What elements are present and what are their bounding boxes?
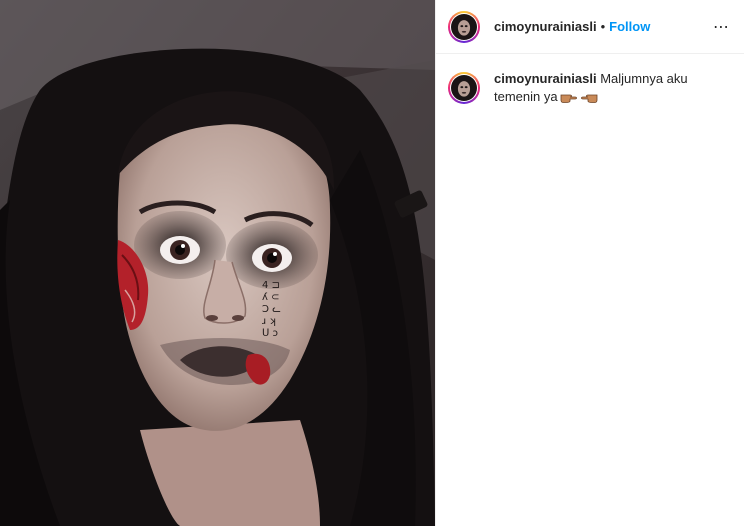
caption-username[interactable]: cimoynurainiasli [494,71,597,86]
post-photo[interactable]: 4 ⊐ ʎ ⊂ Ↄ ᓚ ɹ ʞ ᑌ ↄ [0,0,435,526]
caption-body: cimoynurainiasli Maljumnya aku temenin y… [494,70,704,108]
caption-avatar[interactable] [448,72,480,104]
more-options-icon[interactable]: ⋯ [713,17,732,37]
caption-avatar-image [451,75,477,101]
hand-pointing-left-icon [580,90,598,108]
svg-text:ᑌ ↄ: ᑌ ↄ [262,328,278,339]
svg-text:ɹ ʞ: ɹ ʞ [262,316,276,327]
caption: cimoynurainiasli Maljumnya aku temenin y… [436,54,744,108]
post-side-panel: cimoynurainiasli • Follow ⋯ cimoynuraini… [435,0,744,526]
header-username[interactable]: cimoynurainiasli [494,19,597,34]
hand-pointing-right-icon [560,90,578,108]
avatar[interactable] [448,10,480,43]
post-photo-image: 4 ⊐ ʎ ⊂ Ↄ ᓚ ɹ ʞ ᑌ ↄ [0,0,435,526]
svg-text:ʎ ⊂: ʎ ⊂ [262,292,279,303]
svg-text:Ↄ ᓚ: Ↄ ᓚ [262,304,281,315]
svg-text:4 ⊐: 4 ⊐ [262,280,280,291]
header-separator: • [600,19,606,34]
post-header: cimoynurainiasli • Follow ⋯ [436,0,744,54]
avatar-image [451,13,477,40]
follow-button[interactable]: Follow [609,19,650,34]
instagram-post: 4 ⊐ ʎ ⊂ Ↄ ᓚ ɹ ʞ ᑌ ↄ cimoynurainiasli • F… [0,0,744,526]
